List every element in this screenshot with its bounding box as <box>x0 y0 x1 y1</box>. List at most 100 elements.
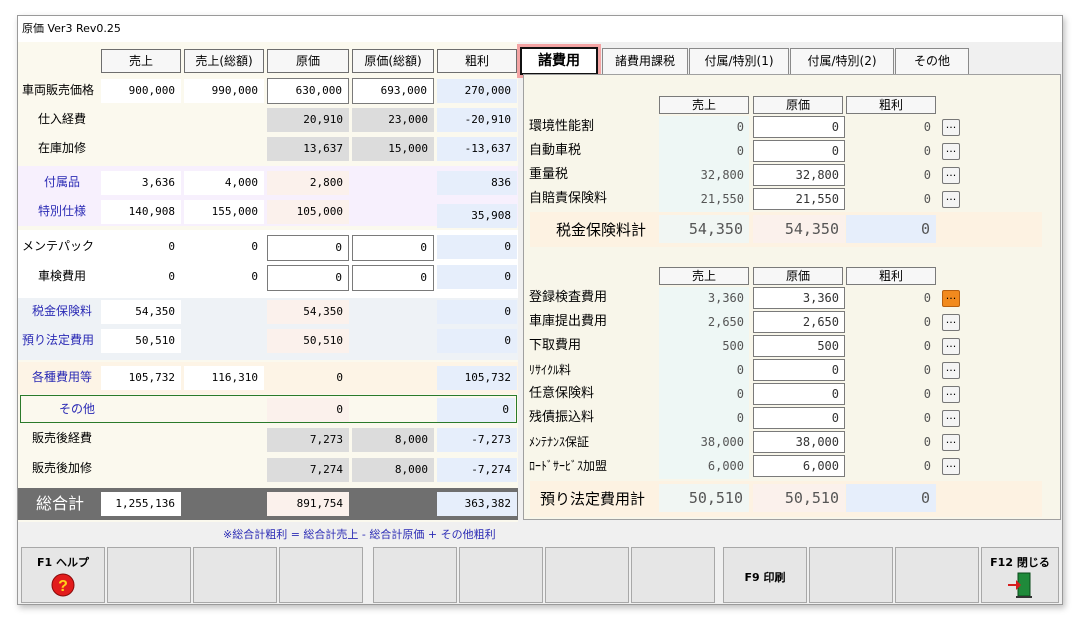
cost-total-input[interactable]: 0 <box>352 265 434 291</box>
cell-sale: 0 <box>101 235 181 259</box>
detail-button[interactable]: ... <box>942 386 960 403</box>
fee-label: 任意保険料 <box>529 386 595 401</box>
fee-gross: 0 <box>923 168 931 182</box>
window-title: 原価 Ver3 Rev0.25 <box>18 16 1062 42</box>
cell-sale-total: 0 <box>184 265 264 289</box>
function-key-blank[interactable] <box>631 547 715 603</box>
sum-sale: 54,350 <box>659 215 749 243</box>
cost-total-input[interactable]: 0 <box>352 235 434 261</box>
fee-sale: 0 <box>736 363 744 377</box>
fee-sale: 3,360 <box>707 291 744 305</box>
sum-label: 預り法定費用計 <box>540 490 646 508</box>
cost-total-input[interactable]: 693,000 <box>352 78 434 104</box>
detail-button[interactable]: ... <box>942 314 960 331</box>
row-label: メンテパック <box>22 239 95 253</box>
fee-cost-input[interactable]: 0 <box>753 359 845 381</box>
cell-cost-total: 8,000 <box>352 428 434 452</box>
sum-gross: 0 <box>846 215 936 243</box>
fee-sale: 0 <box>736 144 744 158</box>
fee-gross: 0 <box>923 192 931 206</box>
fee-label: 残債振込料 <box>529 410 595 425</box>
f1-label: F1 ヘルプ <box>37 556 89 569</box>
fee-cost-input[interactable]: 0 <box>753 407 845 429</box>
col-header-cost-total: 原価(総額) <box>352 49 434 73</box>
cell-gross: 0 <box>437 398 515 422</box>
detail-button[interactable]: ... <box>942 191 960 208</box>
cell-cost: 2,800 <box>267 171 349 195</box>
tab-shohiyou[interactable]: 諸費用 <box>517 44 601 78</box>
function-key-blank[interactable] <box>809 547 893 603</box>
cell-cost-total: 8,000 <box>352 458 434 482</box>
detail-button[interactable]: ... <box>942 338 960 355</box>
fee-label: ﾛｰﾄﾞｻｰﾋﾞｽ加盟 <box>529 459 608 473</box>
fee-cost-input[interactable]: 0 <box>753 383 845 405</box>
cell-cost: 50,510 <box>267 329 349 353</box>
fee-gross: 0 <box>923 459 931 473</box>
fee-cost-input[interactable]: 38,000 <box>753 431 845 453</box>
total-sale: 1,255,136 <box>101 492 181 516</box>
function-key-blank[interactable] <box>545 547 629 603</box>
fee-sale: 32,800 <box>700 168 744 182</box>
f12-close-button[interactable]: F12 閉じる <box>981 547 1059 603</box>
function-key-blank[interactable] <box>193 547 277 603</box>
cost-input[interactable]: 0 <box>267 235 349 261</box>
tab-fuzoku-tokubetsu-1[interactable]: 付属/特別(1) <box>689 48 789 75</box>
function-key-blank[interactable] <box>107 547 191 603</box>
fee-sale: 6,000 <box>707 459 744 473</box>
col-header-sale-total: 売上(総額) <box>184 49 264 73</box>
cell-sale-total: 990,000 <box>184 79 264 103</box>
cost-input[interactable]: 630,000 <box>267 78 349 104</box>
cell-cost: 7,273 <box>267 428 349 452</box>
detail-button[interactable]: ... <box>942 167 960 184</box>
col-header-gross: 粗利 <box>846 96 936 114</box>
detail-button[interactable]: ... <box>942 434 960 451</box>
tab-sonota[interactable]: その他 <box>895 48 969 75</box>
fee-sale: 0 <box>736 411 744 425</box>
fee-label: ﾘｻｲｸﾙ料 <box>529 363 572 377</box>
fee-cost-input[interactable]: 500 <box>753 335 845 357</box>
col-header-gross: 粗利 <box>846 267 936 285</box>
tab-shohiyou-kazei[interactable]: 諸費用課税 <box>602 48 688 75</box>
total-label: 総合計 <box>20 489 100 519</box>
total-cost: 891,754 <box>267 492 349 516</box>
detail-button[interactable]: ... <box>942 458 960 475</box>
cell-cost: 54,350 <box>267 300 349 324</box>
fee-cost-input[interactable]: 21,550 <box>753 188 845 210</box>
f9-label: F9 印刷 <box>744 571 786 584</box>
function-key-blank[interactable] <box>373 547 457 603</box>
f9-print-button[interactable]: F9 印刷 <box>723 547 807 603</box>
detail-button[interactable]: ... <box>942 119 960 136</box>
fee-cost-input[interactable]: 0 <box>753 116 845 138</box>
fee-label: 登録検査費用 <box>529 290 608 305</box>
cost-input[interactable]: 0 <box>267 265 349 291</box>
fee-gross: 0 <box>923 435 931 449</box>
cell-cost: 0 <box>267 398 349 422</box>
fee-cost-input[interactable]: 32,800 <box>753 164 845 186</box>
row-label: 付属品 <box>43 175 80 189</box>
col-header-cost: 原価 <box>267 49 349 73</box>
cell-sale: 105,732 <box>101 366 181 390</box>
fee-label: 重量税 <box>529 167 569 182</box>
cell-gross: 0 <box>437 300 517 324</box>
detail-button-active[interactable]: ... <box>942 290 960 307</box>
function-key-blank[interactable] <box>459 547 543 603</box>
detail-button[interactable]: ... <box>942 410 960 427</box>
cell-sale: 900,000 <box>101 79 181 103</box>
f1-help-button[interactable]: F1 ヘルプ ? <box>21 547 105 603</box>
tab-fuzoku-tokubetsu-2[interactable]: 付属/特別(2) <box>790 48 894 75</box>
fee-cost-input[interactable]: 0 <box>753 140 845 162</box>
fee-gross: 0 <box>923 339 931 353</box>
fee-label: ﾒﾝﾃﾅﾝｽ保証 <box>529 435 590 449</box>
cell-gross: 836 <box>437 171 517 195</box>
detail-button[interactable]: ... <box>942 143 960 160</box>
fee-cost-input[interactable]: 6,000 <box>753 455 845 477</box>
detail-button[interactable]: ... <box>942 362 960 379</box>
fee-cost-input[interactable]: 3,360 <box>753 287 845 309</box>
function-key-blank[interactable] <box>895 547 979 603</box>
fee-gross: 0 <box>923 291 931 305</box>
row-label: 販売後経費 <box>31 431 92 445</box>
cell-gross: 0 <box>437 329 517 353</box>
fee-cost-input[interactable]: 2,650 <box>753 311 845 333</box>
fee-label: 下取費用 <box>529 338 582 353</box>
function-key-blank[interactable] <box>279 547 363 603</box>
